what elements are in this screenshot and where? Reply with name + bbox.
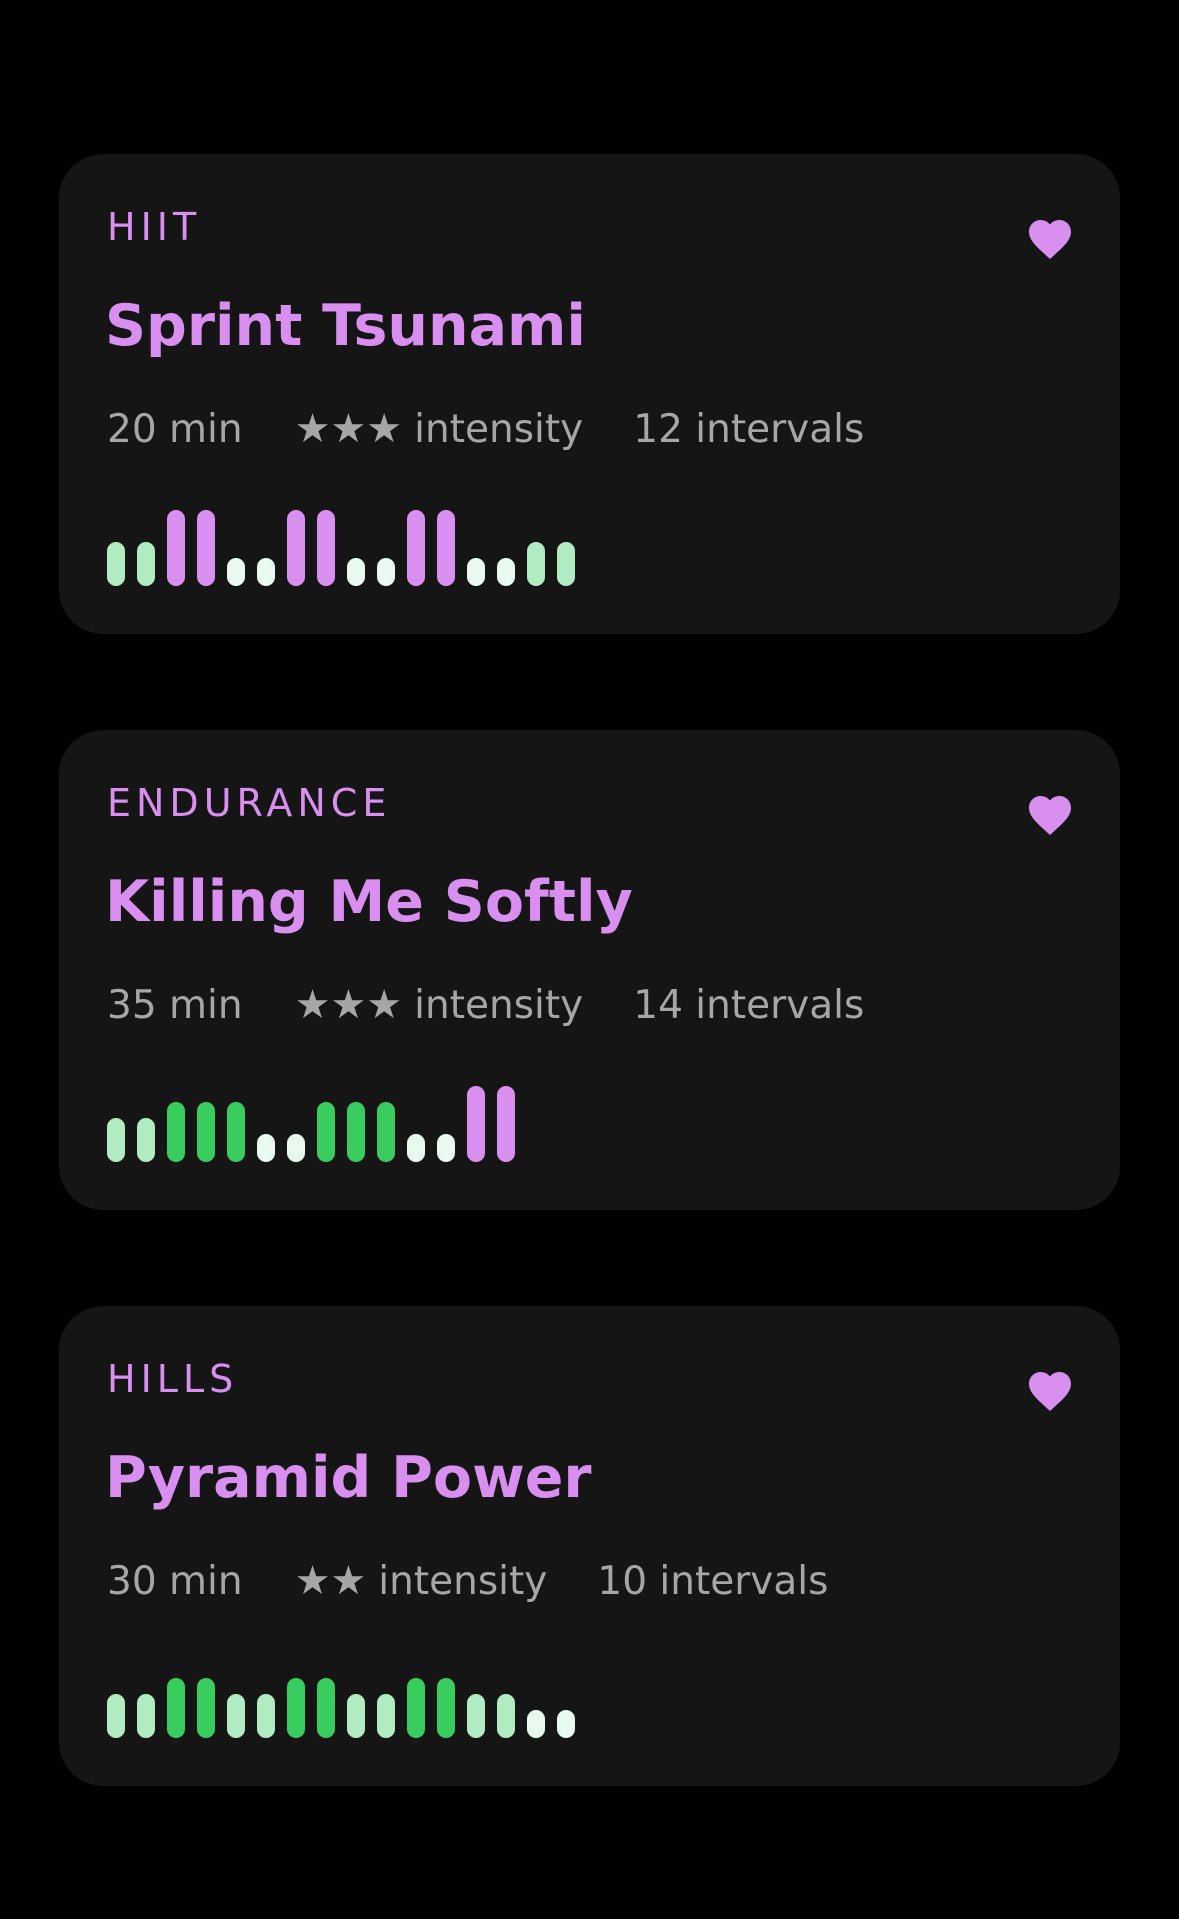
interval-bar — [107, 542, 125, 586]
workout-category: HILLS — [107, 1357, 239, 1401]
intensity-label: intensity — [378, 1558, 548, 1604]
interval-bar — [197, 1678, 215, 1738]
interval-bar — [197, 1102, 215, 1162]
intensity-stars: ★★★ — [294, 982, 403, 1028]
interval-bar — [257, 1134, 275, 1162]
workout-title: Sprint Tsunami — [105, 293, 586, 359]
intensity-label: intensity — [414, 982, 584, 1028]
interval-bar — [227, 558, 245, 586]
interval-bar — [287, 510, 305, 586]
interval-bar — [287, 1678, 305, 1738]
intensity-label: intensity — [414, 406, 584, 452]
heart-icon[interactable] — [1026, 1368, 1074, 1412]
interval-bar — [437, 1678, 455, 1738]
workout-title: Pyramid Power — [105, 1445, 592, 1511]
interval-bar — [377, 1694, 395, 1738]
interval-bar — [497, 1694, 515, 1738]
interval-bar — [407, 1134, 425, 1162]
workout-duration: 20 min — [107, 406, 243, 452]
interval-bar — [317, 510, 335, 586]
interval-bar — [287, 1134, 305, 1162]
interval-bar — [467, 1694, 485, 1738]
interval-count: 10 intervals — [597, 1558, 829, 1604]
interval-bar — [527, 542, 545, 586]
interval-bar — [107, 1694, 125, 1738]
interval-bar — [317, 1102, 335, 1162]
interval-bar — [167, 1102, 185, 1162]
interval-bar — [107, 1118, 125, 1162]
interval-bar — [137, 542, 155, 586]
interval-bar — [497, 558, 515, 586]
interval-profile — [107, 1662, 587, 1738]
workout-category: ENDURANCE — [107, 781, 392, 825]
interval-bar — [227, 1694, 245, 1738]
interval-bar — [347, 558, 365, 586]
interval-bar — [467, 558, 485, 586]
interval-bar — [557, 542, 575, 586]
workout-title: Killing Me Softly — [105, 869, 633, 935]
interval-bar — [557, 1710, 575, 1738]
interval-bar — [377, 1102, 395, 1162]
workout-duration: 35 min — [107, 982, 243, 1028]
interval-bar — [407, 510, 425, 586]
interval-bar — [227, 1102, 245, 1162]
heart-icon[interactable] — [1026, 216, 1074, 260]
intensity-stars: ★★ — [294, 1558, 367, 1604]
workout-meta: 35 min ★★★ intensity 14 intervals — [107, 983, 864, 1027]
interval-profile — [107, 510, 587, 586]
workout-card[interactable]: ENDURANCE Killing Me Softly 35 min ★★★ i… — [59, 730, 1120, 1210]
interval-bar — [347, 1102, 365, 1162]
interval-bar — [467, 1086, 485, 1162]
interval-bar — [437, 510, 455, 586]
interval-bar — [167, 1678, 185, 1738]
intensity-stars: ★★★ — [294, 406, 403, 452]
interval-bar — [197, 510, 215, 586]
workout-duration: 30 min — [107, 1558, 243, 1604]
interval-profile — [107, 1086, 527, 1162]
interval-bar — [377, 558, 395, 586]
interval-bar — [317, 1678, 335, 1738]
workout-meta: 30 min ★★ intensity 10 intervals — [107, 1559, 828, 1603]
interval-bar — [527, 1710, 545, 1738]
interval-bar — [497, 1086, 515, 1162]
interval-count: 14 intervals — [633, 982, 865, 1028]
interval-bar — [407, 1678, 425, 1738]
interval-bar — [167, 510, 185, 586]
interval-bar — [257, 1694, 275, 1738]
heart-icon[interactable] — [1026, 792, 1074, 836]
interval-bar — [257, 558, 275, 586]
workout-card[interactable]: HILLS Pyramid Power 30 min ★★ intensity … — [59, 1306, 1120, 1786]
interval-bar — [347, 1694, 365, 1738]
interval-count: 12 intervals — [633, 406, 865, 452]
workout-category: HIIT — [107, 205, 202, 249]
interval-bar — [137, 1118, 155, 1162]
interval-bar — [137, 1694, 155, 1738]
workout-meta: 20 min ★★★ intensity 12 intervals — [107, 407, 864, 451]
interval-bar — [437, 1134, 455, 1162]
workout-card[interactable]: HIIT Sprint Tsunami 20 min ★★★ intensity… — [59, 154, 1120, 634]
